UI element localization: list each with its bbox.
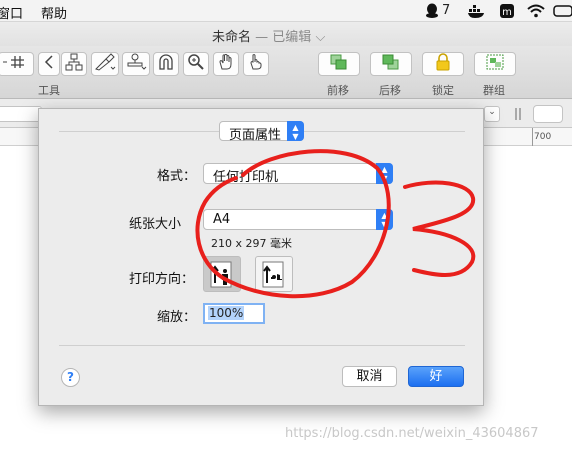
annotation-three <box>403 180 476 277</box>
red-annotation-overlay <box>195 149 476 299</box>
watermark: https://blog.csdn.net/weixin_43604867 <box>285 426 539 441</box>
annotation-ellipse <box>195 149 391 299</box>
